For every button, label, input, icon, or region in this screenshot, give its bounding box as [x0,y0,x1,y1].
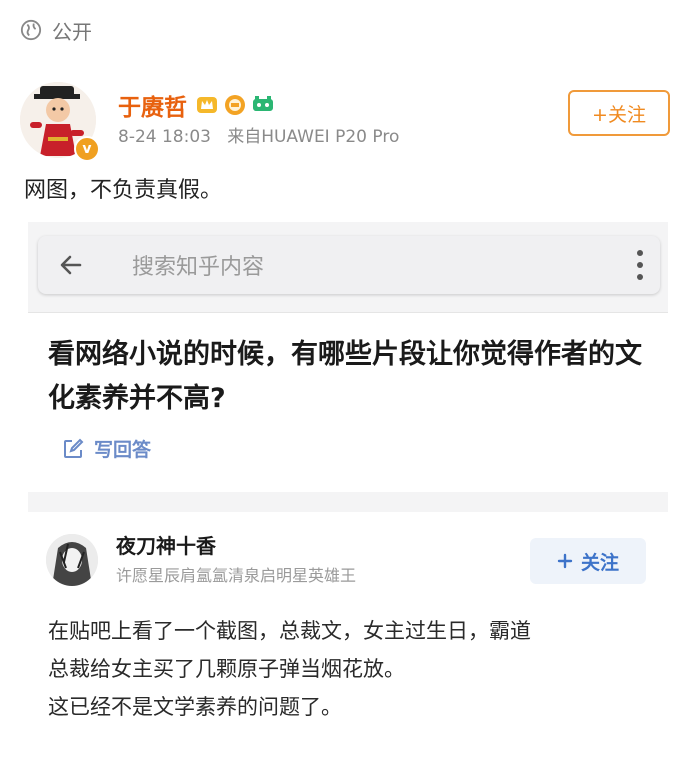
author-avatar[interactable]: v [20,82,104,162]
visibility-label: 公开 [52,19,92,44]
source-prefix: 来自 [227,127,262,147]
answer-author-bio: 许愿星辰肩氲氲清泉启明星英雄王 [116,566,357,585]
globe-icon [20,19,42,41]
question-card: 看网络小说的时候，有哪些片段让你觉得作者的文化素养并不高? 写回答 [28,312,668,492]
follow-label: +关注 [592,103,646,126]
search-bar[interactable]: 搜索知乎内容 [38,236,660,294]
author-name[interactable]: 于赓哲 [118,88,187,122]
crown-badge-icon [197,97,217,113]
answer-line: 这已经不是文学素养的问题了。 [48,695,342,719]
answer-author-avatar[interactable] [46,534,98,586]
answer-follow-label: 关注 [580,551,619,574]
answer-line: 在贴吧上看了一个截图，总裁文，女主过生日，霸道 [48,619,531,643]
anime-avatar-icon [46,534,98,586]
level-badge-icon [253,96,273,111]
answer-card: 夜刀神十香 许愿星辰肩氲氲清泉启明星英雄王 关注 在贴吧上看了一个截图，总裁文，… [28,512,668,762]
member-badge-icon [225,95,245,115]
answer-author-name[interactable]: 夜刀神十香 [116,530,216,559]
embedded-screenshot: 搜索知乎内容 看网络小说的时候，有哪些片段让你觉得作者的文化素养并不高? 写回答… [28,222,668,762]
more-options-icon[interactable] [636,250,644,280]
plus-icon [557,553,573,569]
post-header: v 于赓哲 8-24 18:03 来自HUAWEI P20 Pro +关注 [20,82,670,162]
write-answer-label: 写回答 [94,439,152,461]
post-text: 网图，不负责真假。 [24,178,223,203]
follow-button[interactable]: +关注 [568,90,670,136]
edit-icon [64,438,84,458]
back-arrow-icon[interactable] [56,250,86,280]
post-meta: 8-24 18:03 来自HUAWEI P20 Pro [118,122,399,147]
answer-body: 在贴吧上看了一个截图，总裁文，女主过生日，霸道 总裁给女主买了几颗原子弹当烟花放… [48,612,648,726]
visibility-indicator: 公开 [20,14,92,46]
question-title[interactable]: 看网络小说的时候，有哪些片段让你觉得作者的文化素养并不高? [48,333,648,421]
search-placeholder: 搜索知乎内容 [132,255,265,280]
post-timestamp: 8-24 18:03 [118,127,211,147]
source-device: HUAWEI P20 Pro [261,127,400,147]
answer-line: 总裁给女主买了几颗原子弹当烟花放。 [48,657,405,681]
answer-follow-button[interactable]: 关注 [530,538,646,584]
write-answer-button[interactable]: 写回答 [62,435,151,462]
verified-badge: v [74,136,100,162]
